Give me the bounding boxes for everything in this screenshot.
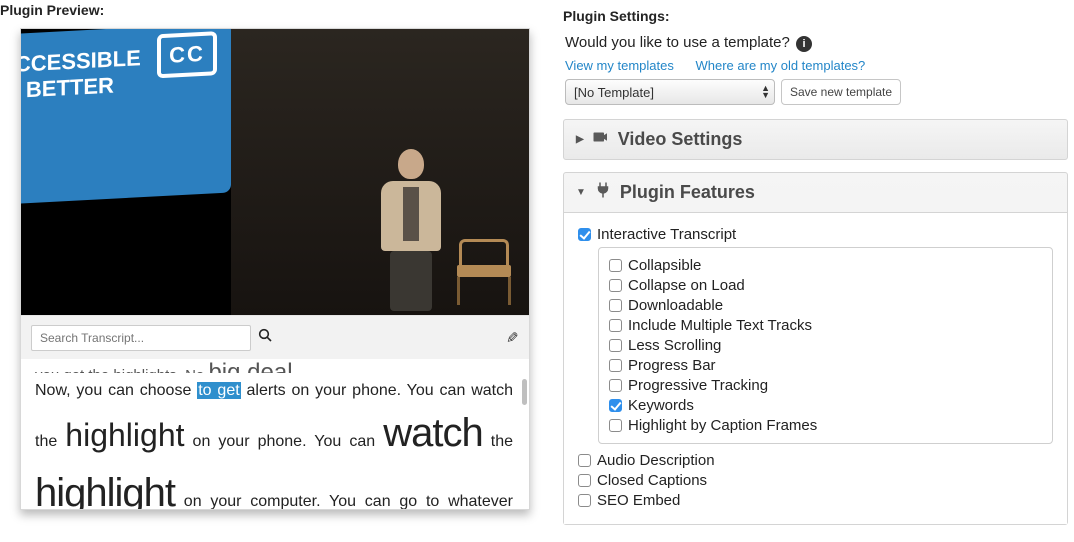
video-settings-header[interactable]: ▶ Video Settings — [564, 120, 1067, 159]
transcript-prev-line: you get the highlights. No big deal. — [35, 359, 513, 373]
scrollbar-thumb[interactable] — [522, 379, 527, 405]
interactive-transcript-checkbox[interactable] — [578, 228, 591, 241]
interactive-transcript-label: Interactive Transcript — [597, 226, 736, 243]
video-camera-icon — [592, 128, 610, 151]
highlight-caption-checkbox[interactable] — [609, 419, 622, 432]
collapsible-label: Collapsible — [628, 257, 701, 274]
cc-icon: CC — [157, 31, 217, 78]
plug-icon — [594, 181, 612, 204]
transcript-body[interactable]: you get the highlights. No big deal. Now… — [21, 359, 529, 509]
less-scrolling-checkbox[interactable] — [609, 339, 622, 352]
seo-embed-checkbox[interactable] — [578, 494, 591, 507]
seo-embed-label: SEO Embed — [597, 492, 680, 509]
video-settings-panel: ▶ Video Settings — [563, 119, 1068, 160]
transcript-paragraph: Now, you can choose to get alerts on you… — [35, 379, 513, 509]
closed-captions-label: Closed Captions — [597, 472, 707, 489]
search-icon — [257, 327, 273, 348]
multi-tracks-label: Include Multiple Text Tracks — [628, 317, 812, 334]
select-arrows-icon: ▲▼ — [761, 85, 766, 99]
collapsible-checkbox[interactable] — [609, 259, 622, 272]
video-settings-label: Video Settings — [618, 129, 743, 150]
multi-tracks-checkbox[interactable] — [609, 319, 622, 332]
downloadable-checkbox[interactable] — [609, 299, 622, 312]
settings-title: Plugin Settings: — [563, 8, 1068, 24]
template-select-value: [No Template] — [574, 85, 654, 100]
keyword-watch: watch — [383, 411, 483, 455]
edit-icon[interactable]: ✎ — [506, 329, 519, 347]
interactive-transcript-suboptions: Collapsible Collapse on Load Downloadabl… — [598, 247, 1053, 444]
progress-bar-checkbox[interactable] — [609, 359, 622, 372]
less-scrolling-label: Less Scrolling — [628, 337, 721, 354]
plugin-features-panel: ▼ Plugin Features Interactive Transcript… — [563, 172, 1068, 525]
progress-bar-label: Progress Bar — [628, 357, 716, 374]
save-template-button[interactable]: Save new template — [781, 79, 901, 105]
template-question: Would you like to use a template? i — [565, 34, 1068, 52]
expanded-caret-icon: ▼ — [576, 187, 586, 198]
progressive-tracking-checkbox[interactable] — [609, 379, 622, 392]
keywords-label: Keywords — [628, 397, 694, 414]
preview-title: Plugin Preview: — [0, 2, 553, 18]
where-templates-link[interactable]: Where are my old templates? — [695, 58, 865, 73]
transcript-toolbar: ✎ — [21, 315, 529, 359]
presentation-slide: ACCESSIBLE IS BETTER CC — [21, 29, 231, 206]
progressive-tracking-label: Progressive Tracking — [628, 377, 768, 394]
audio-description-checkbox[interactable] — [578, 454, 591, 467]
keywords-checkbox[interactable] — [609, 399, 622, 412]
collapse-on-load-label: Collapse on Load — [628, 277, 745, 294]
search-transcript-input[interactable] — [31, 325, 251, 351]
plugin-features-header[interactable]: ▼ Plugin Features — [564, 173, 1067, 212]
template-select[interactable]: [No Template] ▲▼ — [565, 79, 775, 105]
downloadable-label: Downloadable — [628, 297, 723, 314]
collapsed-caret-icon: ▶ — [576, 134, 584, 145]
plugin-features-body: Interactive Transcript Collapsible Colla… — [564, 212, 1067, 524]
highlight-caption-label: Highlight by Caption Frames — [628, 417, 817, 434]
view-templates-link[interactable]: View my templates — [565, 58, 674, 73]
search-button[interactable] — [251, 325, 279, 351]
closed-captions-checkbox[interactable] — [578, 474, 591, 487]
collapse-on-load-checkbox[interactable] — [609, 279, 622, 292]
video-player[interactable]: ACCESSIBLE IS BETTER CC — [21, 29, 529, 315]
plugin-features-label: Plugin Features — [620, 182, 755, 203]
keyword-highlight-2: highlight — [35, 471, 175, 509]
chair-prop — [457, 245, 515, 305]
audio-description-label: Audio Description — [597, 452, 715, 469]
preview-container: ACCESSIBLE IS BETTER CC ✎ — [20, 28, 530, 510]
current-word-highlight: to get — [197, 382, 240, 399]
keyword-highlight: highlight — [65, 417, 184, 453]
speaker-figure — [371, 149, 451, 315]
info-icon[interactable]: i — [796, 36, 812, 52]
